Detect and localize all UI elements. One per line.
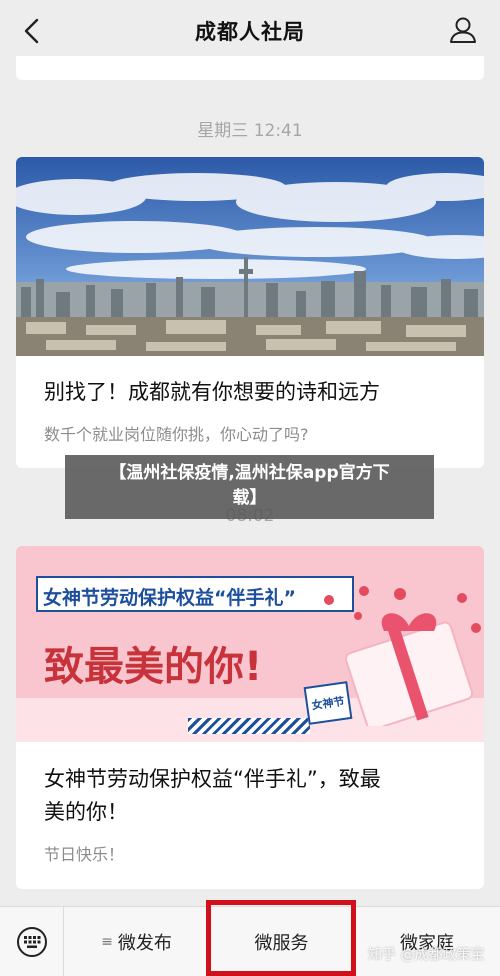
article-summary: 节日快乐！ [44, 845, 125, 864]
article-summary: 数千个就业岗位随你挑，你心动了吗? [44, 425, 309, 444]
article-card[interactable]: 别找了！成都就有你想要的诗和远方 数千个就业岗位随你挑，你心动了吗? [16, 157, 484, 468]
keyboard-icon [16, 927, 47, 957]
banner-tag: 女神节 [303, 681, 353, 725]
profile-button[interactable] [448, 15, 478, 45]
menu-tab-publish[interactable]: ≡ 微发布 [64, 907, 209, 976]
back-button[interactable] [16, 16, 46, 46]
article-card[interactable]: 女神节劳动保护权益“伴手礼” 致最美的你! 女神节 女神节劳动保护权益“伴手礼”… [16, 546, 484, 889]
overlay-line-1: 【温州社保疫情,温州社保app官方下 [109, 463, 390, 483]
highlight-box [206, 900, 356, 976]
banner-tag-text: 女神节 [310, 694, 346, 713]
cover-image-banner: 女神节劳动保护权益“伴手礼” 致最美的你! 女神节 [16, 546, 484, 742]
page-title: 成都人社局 [195, 20, 305, 44]
cover-image-city [16, 157, 484, 356]
banner-big-text: 致最美的你! [44, 644, 263, 690]
watermark: 知乎 @成都政策宝 [368, 947, 485, 963]
menu-tab-label: 微发布 [117, 933, 172, 954]
article-title: 别找了！成都就有你想要的诗和远方 [44, 380, 380, 404]
menu-lines-icon: ≡ [101, 934, 113, 950]
user-icon [450, 17, 476, 43]
keyboard-toggle-button[interactable] [0, 907, 64, 976]
overlay-caption: 【温州社保疫情,温州社保app官方下 载】 [65, 455, 434, 519]
article-title-line1: 女神节劳动保护权益“伴手礼”，致最 [44, 767, 381, 791]
banner-heading: 女神节劳动保护权益“伴手礼” [43, 587, 296, 609]
previous-message-card[interactable] [16, 56, 484, 80]
message-time: 星期三 12:41 [197, 121, 303, 141]
chevron-left-icon [24, 18, 39, 44]
article-title-line2: 美的你！ [44, 800, 128, 824]
menu-tab-family[interactable]: 微家庭 [354, 907, 500, 976]
nav-header: 成都人社局 [0, 0, 500, 62]
overlay-line-2: 载】 [232, 488, 267, 508]
